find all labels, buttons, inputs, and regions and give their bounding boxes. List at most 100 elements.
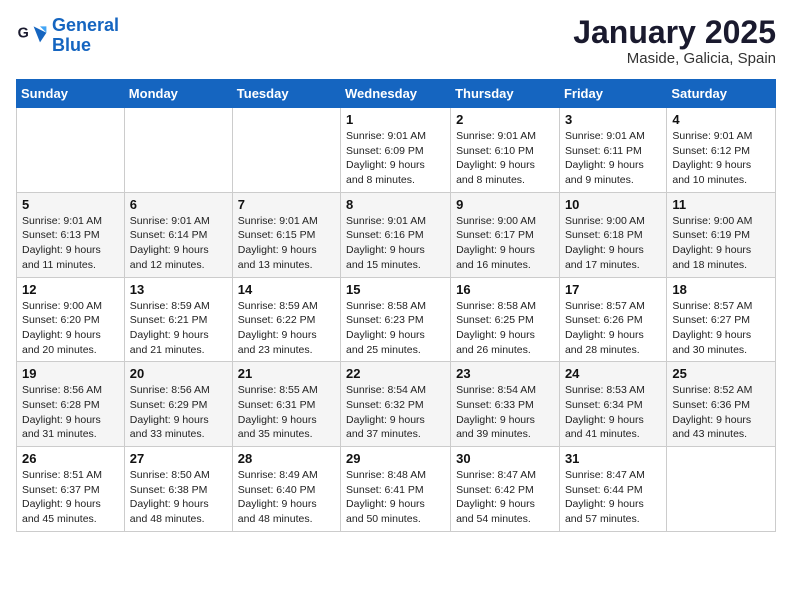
day-info: Sunrise: 8:56 AM Sunset: 6:29 PM Dayligh… <box>130 383 227 442</box>
day-cell: 17 Sunrise: 8:57 AM Sunset: 6:26 PM Dayli… <box>559 277 666 362</box>
header-cell-tuesday: Tuesday <box>232 80 340 108</box>
day-number: 8 <box>346 197 445 212</box>
day-number: 11 <box>672 197 770 212</box>
day-info: Sunrise: 8:58 AM Sunset: 6:25 PM Dayligh… <box>456 299 554 358</box>
day-info: Sunrise: 8:47 AM Sunset: 6:44 PM Dayligh… <box>565 468 661 527</box>
day-info: Sunrise: 9:01 AM Sunset: 6:15 PM Dayligh… <box>238 214 335 273</box>
day-number: 9 <box>456 197 554 212</box>
day-info: Sunrise: 8:54 AM Sunset: 6:32 PM Dayligh… <box>346 383 445 442</box>
day-info: Sunrise: 8:58 AM Sunset: 6:23 PM Dayligh… <box>346 299 445 358</box>
day-cell: 2 Sunrise: 9:01 AM Sunset: 6:10 PM Daylig… <box>451 108 560 193</box>
calendar-header: SundayMondayTuesdayWednesdayThursdayFrid… <box>17 80 776 108</box>
day-number: 14 <box>238 282 335 297</box>
day-number: 4 <box>672 112 770 127</box>
day-info: Sunrise: 9:00 AM Sunset: 6:20 PM Dayligh… <box>22 299 119 358</box>
day-number: 2 <box>456 112 554 127</box>
calendar-table: SundayMondayTuesdayWednesdayThursdayFrid… <box>16 79 776 532</box>
month-title: January 2025 <box>573 16 776 48</box>
day-number: 7 <box>238 197 335 212</box>
title-block: January 2025 Maside, Galicia, Spain <box>573 16 776 67</box>
day-cell: 6 Sunrise: 9:01 AM Sunset: 6:14 PM Daylig… <box>124 192 232 277</box>
location-title: Maside, Galicia, Spain <box>573 50 776 67</box>
day-info: Sunrise: 8:56 AM Sunset: 6:28 PM Dayligh… <box>22 383 119 442</box>
logo: G General Blue <box>16 16 119 56</box>
day-number: 27 <box>130 451 227 466</box>
day-number: 30 <box>456 451 554 466</box>
day-number: 3 <box>565 112 661 127</box>
day-number: 5 <box>22 197 119 212</box>
day-info: Sunrise: 9:01 AM Sunset: 6:10 PM Dayligh… <box>456 129 554 188</box>
day-number: 12 <box>22 282 119 297</box>
day-info: Sunrise: 8:50 AM Sunset: 6:38 PM Dayligh… <box>130 468 227 527</box>
day-cell: 23 Sunrise: 8:54 AM Sunset: 6:33 PM Dayli… <box>451 362 560 447</box>
day-cell: 20 Sunrise: 8:56 AM Sunset: 6:29 PM Dayli… <box>124 362 232 447</box>
day-number: 1 <box>346 112 445 127</box>
day-info: Sunrise: 9:01 AM Sunset: 6:11 PM Dayligh… <box>565 129 661 188</box>
header-cell-monday: Monday <box>124 80 232 108</box>
day-number: 26 <box>22 451 119 466</box>
calendar-body: 1 Sunrise: 9:01 AM Sunset: 6:09 PM Daylig… <box>17 108 776 532</box>
day-cell: 31 Sunrise: 8:47 AM Sunset: 6:44 PM Dayli… <box>559 447 666 532</box>
day-cell: 14 Sunrise: 8:59 AM Sunset: 6:22 PM Dayli… <box>232 277 340 362</box>
day-cell: 19Sunrise: 8:56 AM Sunset: 6:28 PM Dayli… <box>17 362 125 447</box>
day-cell: 12 Sunrise: 9:00 AM Sunset: 6:20 PM Dayli… <box>17 277 125 362</box>
day-info: Sunrise: 8:48 AM Sunset: 6:41 PM Dayligh… <box>346 468 445 527</box>
day-number: 18 <box>672 282 770 297</box>
day-number: 17 <box>565 282 661 297</box>
day-info: Sunrise: 8:54 AM Sunset: 6:33 PM Dayligh… <box>456 383 554 442</box>
svg-text:G: G <box>18 25 29 41</box>
header-cell-wednesday: Wednesday <box>341 80 451 108</box>
day-info: Sunrise: 8:51 AM Sunset: 6:37 PM Dayligh… <box>22 468 119 527</box>
day-cell: 1 Sunrise: 9:01 AM Sunset: 6:09 PM Daylig… <box>341 108 451 193</box>
header-cell-thursday: Thursday <box>451 80 560 108</box>
day-number: 6 <box>130 197 227 212</box>
day-number: 15 <box>346 282 445 297</box>
day-cell: 16Sunrise: 8:58 AM Sunset: 6:25 PM Dayli… <box>451 277 560 362</box>
day-cell: 21Sunrise: 8:55 AM Sunset: 6:31 PM Dayli… <box>232 362 340 447</box>
day-info: Sunrise: 9:01 AM Sunset: 6:16 PM Dayligh… <box>346 214 445 273</box>
header-cell-sunday: Sunday <box>17 80 125 108</box>
header-cell-saturday: Saturday <box>667 80 776 108</box>
day-cell: 18Sunrise: 8:57 AM Sunset: 6:27 PM Dayli… <box>667 277 776 362</box>
week-row-5: 26 Sunrise: 8:51 AM Sunset: 6:37 PM Dayli… <box>17 447 776 532</box>
day-number: 25 <box>672 366 770 381</box>
day-cell: 15 Sunrise: 8:58 AM Sunset: 6:23 PM Dayli… <box>341 277 451 362</box>
day-number: 29 <box>346 451 445 466</box>
day-cell: 10Sunrise: 9:00 AM Sunset: 6:18 PM Dayli… <box>559 192 666 277</box>
day-cell: 4 Sunrise: 9:01 AM Sunset: 6:12 PM Daylig… <box>667 108 776 193</box>
day-info: Sunrise: 8:59 AM Sunset: 6:21 PM Dayligh… <box>130 299 227 358</box>
day-info: Sunrise: 9:00 AM Sunset: 6:19 PM Dayligh… <box>672 214 770 273</box>
day-cell: 27 Sunrise: 8:50 AM Sunset: 6:38 PM Dayli… <box>124 447 232 532</box>
day-cell: 29 Sunrise: 8:48 AM Sunset: 6:41 PM Dayli… <box>341 447 451 532</box>
day-cell <box>667 447 776 532</box>
day-cell: 30Sunrise: 8:47 AM Sunset: 6:42 PM Dayli… <box>451 447 560 532</box>
day-number: 10 <box>565 197 661 212</box>
day-cell: 28 Sunrise: 8:49 AM Sunset: 6:40 PM Dayli… <box>232 447 340 532</box>
day-cell <box>17 108 125 193</box>
day-info: Sunrise: 8:49 AM Sunset: 6:40 PM Dayligh… <box>238 468 335 527</box>
day-info: Sunrise: 9:01 AM Sunset: 6:12 PM Dayligh… <box>672 129 770 188</box>
day-cell: 8 Sunrise: 9:01 AM Sunset: 6:16 PM Daylig… <box>341 192 451 277</box>
day-cell: 9Sunrise: 9:00 AM Sunset: 6:17 PM Daylig… <box>451 192 560 277</box>
day-info: Sunrise: 9:01 AM Sunset: 6:09 PM Dayligh… <box>346 129 445 188</box>
day-cell: 26 Sunrise: 8:51 AM Sunset: 6:37 PM Dayli… <box>17 447 125 532</box>
day-number: 22 <box>346 366 445 381</box>
day-info: Sunrise: 9:01 AM Sunset: 6:13 PM Dayligh… <box>22 214 119 273</box>
day-info: Sunrise: 8:57 AM Sunset: 6:26 PM Dayligh… <box>565 299 661 358</box>
day-number: 28 <box>238 451 335 466</box>
day-number: 20 <box>130 366 227 381</box>
week-row-1: 1 Sunrise: 9:01 AM Sunset: 6:09 PM Daylig… <box>17 108 776 193</box>
day-cell: 5 Sunrise: 9:01 AM Sunset: 6:13 PM Daylig… <box>17 192 125 277</box>
day-info: Sunrise: 8:59 AM Sunset: 6:22 PM Dayligh… <box>238 299 335 358</box>
day-number: 21 <box>238 366 335 381</box>
day-number: 24 <box>565 366 661 381</box>
day-cell: 7 Sunrise: 9:01 AM Sunset: 6:15 PM Daylig… <box>232 192 340 277</box>
week-row-2: 5 Sunrise: 9:01 AM Sunset: 6:13 PM Daylig… <box>17 192 776 277</box>
day-number: 31 <box>565 451 661 466</box>
day-cell: 13Sunrise: 8:59 AM Sunset: 6:21 PM Dayli… <box>124 277 232 362</box>
day-cell: 24Sunrise: 8:53 AM Sunset: 6:34 PM Dayli… <box>559 362 666 447</box>
day-cell <box>124 108 232 193</box>
day-number: 23 <box>456 366 554 381</box>
day-info: Sunrise: 9:01 AM Sunset: 6:14 PM Dayligh… <box>130 214 227 273</box>
day-cell: 3 Sunrise: 9:01 AM Sunset: 6:11 PM Daylig… <box>559 108 666 193</box>
